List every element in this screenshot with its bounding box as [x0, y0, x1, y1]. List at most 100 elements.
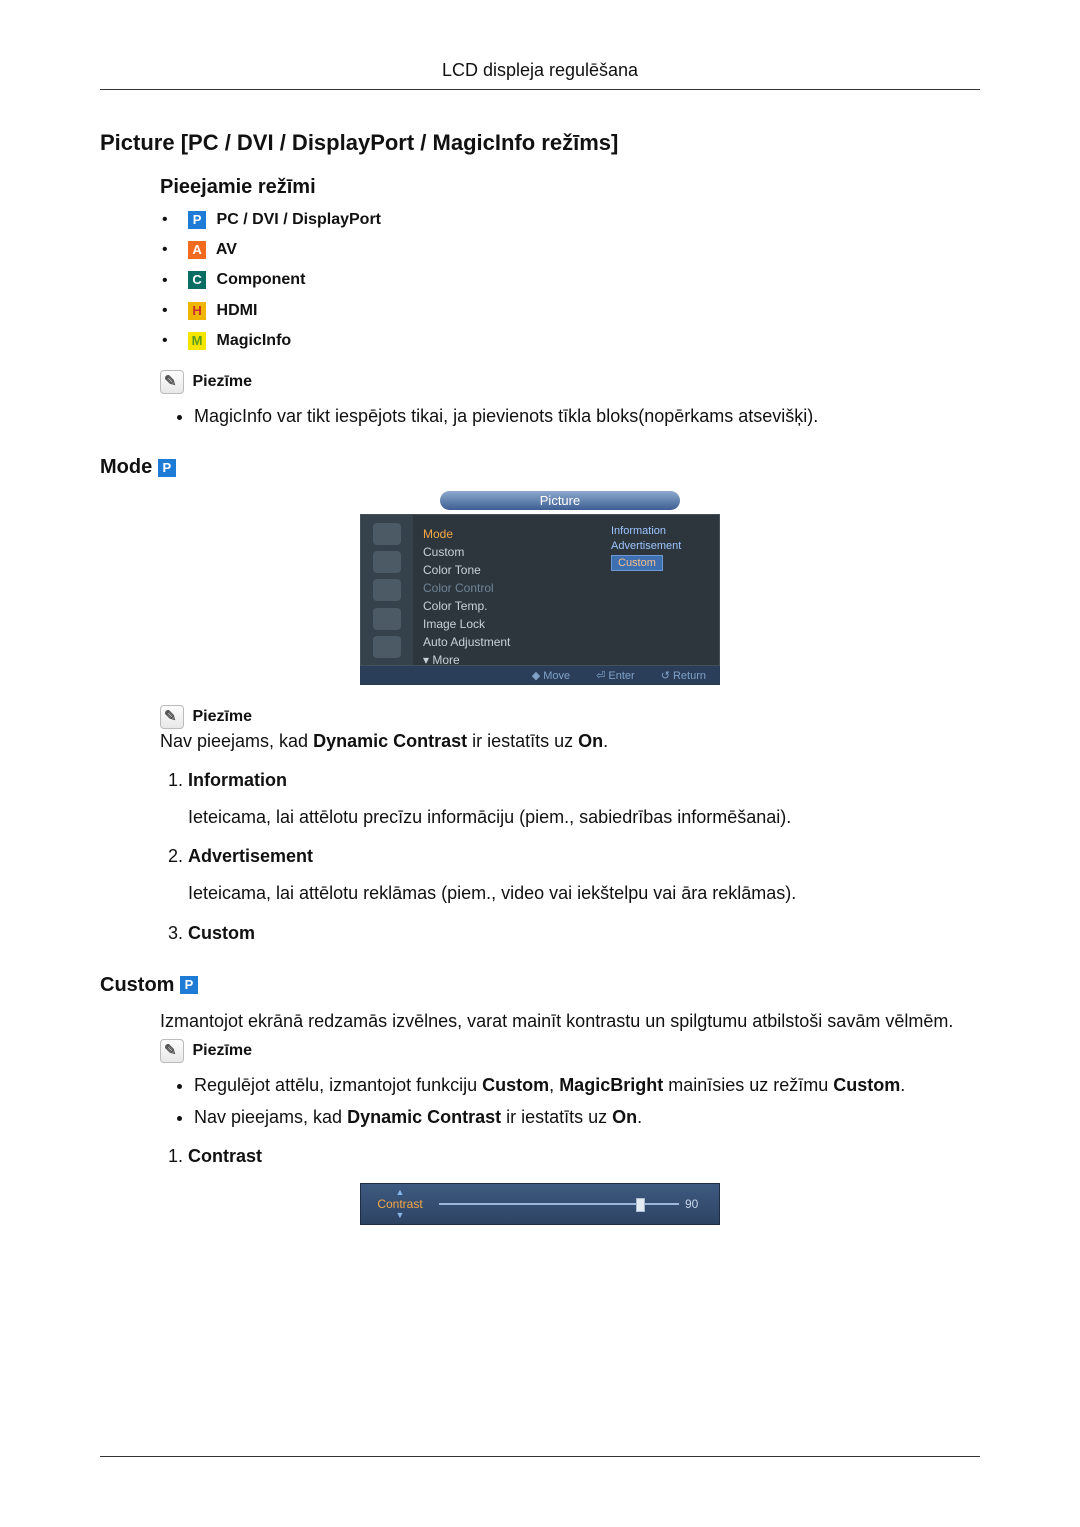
p-icon: P [188, 211, 206, 229]
osd-menu: Mode Custom Color Tone Color Control Col… [413, 515, 607, 665]
note-text: mainīsies uz režīmu [663, 1075, 833, 1095]
osd-option: Advertisement [611, 540, 711, 552]
subsection-available-modes: Pieejamie režīmi [160, 176, 980, 199]
osd-tab-icon [373, 523, 401, 545]
note-text-bold: Custom [833, 1075, 900, 1095]
osd-footer: ◆ Move ⏎ Enter ↺ Return [360, 666, 720, 685]
contrast-label: ▲ Contrast ▼ [367, 1188, 433, 1220]
contrast-value: 90 [685, 1197, 713, 1211]
note-heading: Piezīme [160, 370, 980, 394]
note-title: Piezīme [192, 373, 252, 390]
option-title: Custom [188, 921, 980, 946]
mode-options-list: Information Ieteicama, lai attēlotu prec… [160, 768, 980, 946]
note-text-bold: MagicBright [559, 1075, 663, 1095]
note-text: . [603, 731, 608, 751]
note-text: Regulējot attēlu, izmantojot funkciju [194, 1075, 482, 1095]
note-text: , [549, 1075, 559, 1095]
note-item: MagicInfo var tikt iespējots tikai, ja p… [194, 404, 980, 428]
mode-label: HDMI [217, 302, 258, 319]
note-text-bold: On [612, 1107, 637, 1127]
mode-heading-text: Mode [100, 456, 152, 478]
footer-divider [100, 1456, 980, 1457]
osd-footer-enter: ⏎ Enter [596, 669, 635, 682]
osd-option-selected: Custom [611, 555, 663, 571]
note-title: Piezīme [192, 709, 252, 726]
custom-heading: Custom P [100, 974, 980, 997]
osd-panel: Mode Custom Color Tone Color Control Col… [360, 514, 720, 666]
osd-menu-item: Custom [423, 543, 597, 561]
osd-tab-icon [373, 551, 401, 573]
contrast-bar-panel: ▲ Contrast ▼ 90 [360, 1183, 720, 1225]
note-text: . [900, 1075, 905, 1095]
down-arrow-icon: ▼ [367, 1211, 433, 1220]
contrast-bar: ▲ Contrast ▼ 90 [360, 1183, 720, 1225]
modes-list: P PC / DVI / DisplayPort A AV C Componen… [100, 211, 980, 350]
mode-label: Component [217, 272, 306, 289]
p-icon: P [180, 976, 198, 994]
osd-menu-item: Auto Adjustment [423, 633, 597, 651]
note-text-bold: Custom [482, 1075, 549, 1095]
note-text: ir iestatīts uz [501, 1107, 612, 1127]
page: LCD displeja regulēšana Picture [PC / DV… [0, 0, 1080, 1527]
section-heading-picture: Picture [PC / DVI / DisplayPort / MagicI… [100, 130, 980, 156]
c-icon: C [188, 271, 206, 289]
osd-option: Information [611, 525, 711, 537]
mode-item-magicinfo: M MagicInfo [162, 332, 980, 350]
custom-heading-text: Custom [100, 974, 174, 996]
mode-label: MagicInfo [217, 332, 292, 349]
mode-item-hdmi: H HDMI [162, 302, 980, 320]
contrast-track [439, 1203, 679, 1205]
note-heading: Piezīme [160, 1039, 980, 1063]
note-list: Regulējot attēlu, izmantojot funkciju Cu… [160, 1073, 980, 1130]
list-item: Contrast [188, 1144, 980, 1169]
custom-options-list: Contrast [160, 1144, 980, 1169]
mode-label: AV [216, 241, 237, 258]
note-heading: Piezīme [160, 705, 980, 729]
note-text: . [637, 1107, 642, 1127]
note-icon [160, 370, 184, 394]
note-paragraph: Nav pieejams, kad Dynamic Contrast ir ie… [160, 729, 980, 753]
option-body: Ieteicama, lai attēlotu precīzu informāc… [188, 805, 980, 830]
osd-menu-item: ▾ More [423, 651, 597, 669]
mode-item-component: C Component [162, 271, 980, 289]
p-icon: P [158, 459, 176, 477]
m-icon: M [188, 332, 206, 350]
note-text: Nav pieejams, kad [160, 731, 313, 751]
osd-footer-move: ◆ Move [532, 669, 570, 682]
osd-screenshot: Picture Mode Custom Color Tone Color Con… [360, 491, 720, 685]
mode-item-av: A AV [162, 241, 980, 259]
osd-title: Picture [440, 491, 680, 510]
osd-tabs [361, 515, 413, 665]
h-icon: H [188, 302, 206, 320]
option-title: Contrast [188, 1144, 980, 1169]
note-icon [160, 705, 184, 729]
option-body: Ieteicama, lai attēlotu reklāmas (piem.,… [188, 881, 980, 906]
note-title: Piezīme [192, 1042, 252, 1059]
note-text-bold: On [578, 731, 603, 751]
contrast-label-text: Contrast [377, 1197, 422, 1211]
osd-menu-item: Color Temp. [423, 597, 597, 615]
page-header: LCD displeja regulēšana [100, 60, 980, 90]
list-item: Advertisement Ieteicama, lai attēlotu re… [188, 844, 980, 906]
note-text-bold: Dynamic Contrast [313, 731, 467, 751]
note-text-bold: Dynamic Contrast [347, 1107, 501, 1127]
note-item: Regulējot attēlu, izmantojot funkciju Cu… [194, 1073, 980, 1097]
list-item: Custom [188, 921, 980, 946]
mode-label: PC / DVI / DisplayPort [217, 211, 381, 228]
custom-intro: Izmantojot ekrānā redzamās izvēlnes, var… [160, 1009, 980, 1033]
osd-options: Information Advertisement Custom [607, 515, 719, 665]
note-list: MagicInfo var tikt iespējots tikai, ja p… [160, 404, 980, 428]
list-item: Information Ieteicama, lai attēlotu prec… [188, 768, 980, 830]
note-icon [160, 1039, 184, 1063]
mode-item-pc: P PC / DVI / DisplayPort [162, 211, 980, 229]
osd-menu-item: Image Lock [423, 615, 597, 633]
note-text: ir iestatīts uz [467, 731, 578, 751]
osd-menu-item: Mode [423, 525, 597, 543]
note-text: Nav pieejams, kad [194, 1107, 347, 1127]
mode-heading: Mode P [100, 456, 980, 479]
osd-footer-return: ↺ Return [661, 669, 706, 682]
osd-tab-icon [373, 608, 401, 630]
option-title: Advertisement [188, 844, 980, 869]
osd-menu-item: Color Control [423, 579, 597, 597]
option-title: Information [188, 768, 980, 793]
